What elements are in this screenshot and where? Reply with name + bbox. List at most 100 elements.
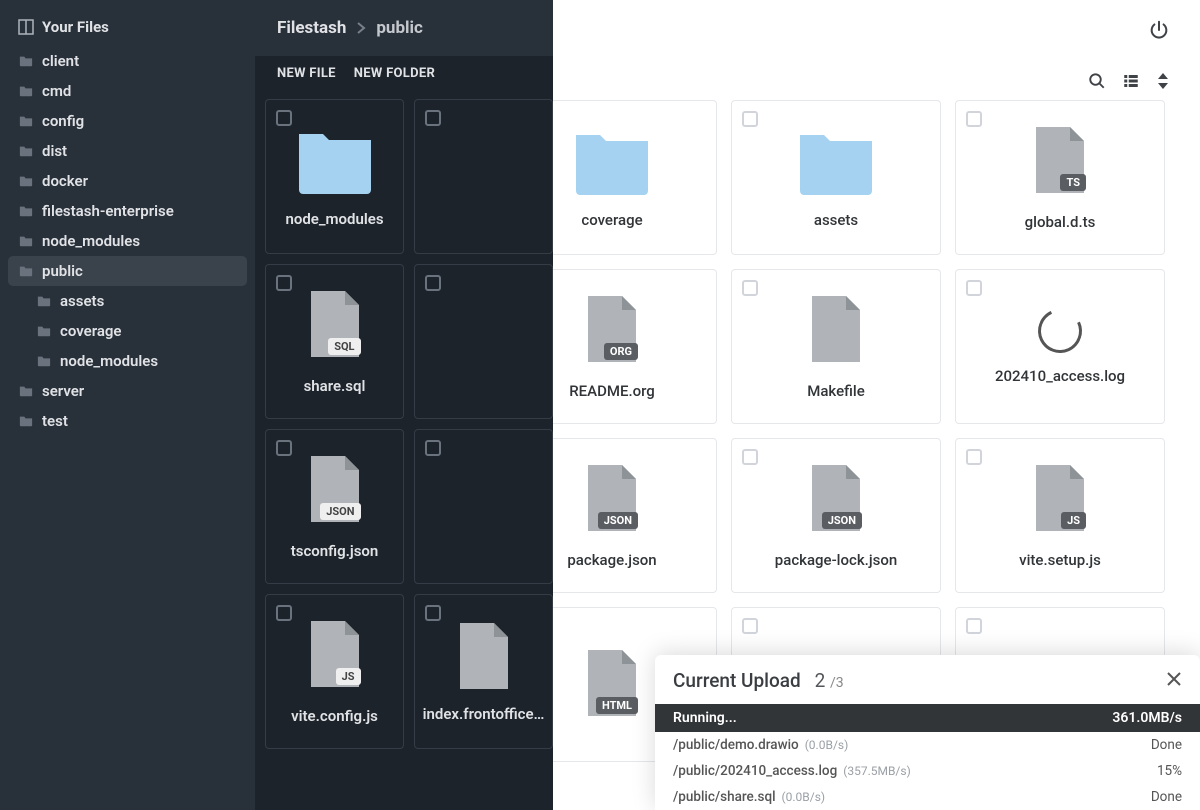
new-file-button[interactable]: NEW FILE <box>277 66 336 81</box>
sidebar: Your Files client cmd config distdockerfile… <box>0 0 255 810</box>
file-tile[interactable]: assets <box>731 100 941 255</box>
list-view-icon[interactable] <box>1122 72 1140 90</box>
breadcrumb-root[interactable]: Filestash <box>277 18 346 38</box>
select-checkbox[interactable] <box>742 280 758 296</box>
upload-path: /public/share.sql <box>673 789 776 805</box>
sidebar-item-label: client <box>42 52 79 70</box>
select-checkbox[interactable] <box>742 618 758 634</box>
file-type-badge: JS <box>1061 512 1086 529</box>
file-icon <box>456 621 512 691</box>
file-tile[interactable]: node_modules <box>265 99 404 254</box>
sidebar-item-node-modules[interactable]: node_modules <box>8 346 247 376</box>
file-tile[interactable]: JS vite.setup.js <box>955 438 1165 593</box>
sidebar-item-dist[interactable]: dist <box>8 136 247 166</box>
folder-icon <box>18 414 34 428</box>
file-type-badge: JSON <box>320 503 360 520</box>
select-checkbox[interactable] <box>966 280 982 296</box>
upload-path: /public/demo.drawio <box>673 737 799 753</box>
sidebar-item-filestash-enterprise[interactable]: filestash-enterprise <box>8 196 247 226</box>
folder-icon <box>18 384 34 398</box>
select-checkbox[interactable] <box>425 605 441 621</box>
folder-icon <box>18 114 34 128</box>
file-tile[interactable]: coverage <box>553 100 717 255</box>
file-tile[interactable]: index.frontoffice… <box>414 594 553 749</box>
new-folder-button[interactable]: NEW FOLDER <box>354 66 435 81</box>
power-icon[interactable] <box>1148 19 1170 41</box>
light-view-tools <box>1088 72 1170 90</box>
upload-status: Done <box>1151 789 1182 805</box>
select-checkbox[interactable] <box>966 449 982 465</box>
sidebar-title-text: Your Files <box>42 18 109 36</box>
close-icon[interactable] <box>1166 671 1182 687</box>
sidebar-item-test[interactable]: test <box>8 406 247 436</box>
folder-icon <box>796 127 876 197</box>
file-label: node_modules <box>285 210 383 228</box>
sidebar-item-public[interactable]: public <box>8 256 247 286</box>
sidebar-item-assets[interactable]: assets <box>8 286 247 316</box>
file-label: vite.setup.js <box>1019 551 1101 569</box>
select-checkbox[interactable] <box>742 449 758 465</box>
sidebar-item-label: server <box>42 382 84 400</box>
select-checkbox[interactable] <box>425 440 441 456</box>
sidebar-item-label: public <box>42 262 83 280</box>
file-tile[interactable]: JSONpackage-lock.json <box>731 438 941 593</box>
sidebar-item-coverage[interactable]: coverage <box>8 316 247 346</box>
sidebar-item-label: node_modules <box>42 232 140 250</box>
file-tile[interactable]: JSON tsconfig.json <box>265 429 404 584</box>
file-tile[interactable] <box>414 264 553 419</box>
file-icon-wrap: JSON <box>808 463 864 537</box>
select-checkbox[interactable] <box>966 111 982 127</box>
sidebar-item-label: cmd <box>42 82 71 100</box>
select-checkbox[interactable] <box>276 110 292 126</box>
select-checkbox[interactable] <box>276 440 292 456</box>
file-type-badge: HTML <box>596 697 638 714</box>
folder-icon <box>18 264 34 278</box>
file-tile[interactable]: 202410_access.log <box>955 269 1165 424</box>
upload-title: Current Upload <box>673 669 801 692</box>
select-checkbox[interactable] <box>742 111 758 127</box>
file-type-badge: JS <box>336 668 361 685</box>
sidebar-item-config[interactable]: config <box>8 106 247 136</box>
upload-row: /public/202410_access.log(357.5MB/s)15% <box>655 758 1200 784</box>
file-icon-wrap: SQL <box>307 289 363 363</box>
sidebar-item-client[interactable]: client <box>8 46 247 76</box>
folder-icon <box>18 54 34 68</box>
file-tile[interactable] <box>414 429 553 584</box>
upload-row: /public/demo.drawio(0.0B/s)Done <box>655 732 1200 758</box>
select-checkbox[interactable] <box>425 275 441 291</box>
sidebar-item-cmd[interactable]: cmd <box>8 76 247 106</box>
grid-icon <box>18 19 34 35</box>
sidebar-item-docker[interactable]: docker <box>8 166 247 196</box>
select-checkbox[interactable] <box>276 275 292 291</box>
file-tile[interactable]: JSvite.config.js <box>265 594 404 749</box>
upload-running-label: Running... <box>673 710 737 726</box>
sidebar-item-label: config <box>42 112 84 130</box>
file-icon-wrap: TS <box>1032 125 1088 199</box>
sidebar-item-server[interactable]: server <box>8 376 247 406</box>
sidebar-item-label: assets <box>60 292 104 310</box>
select-checkbox[interactable] <box>966 618 982 634</box>
upload-rate: (357.5MB/s) <box>843 764 911 778</box>
file-icon-wrap: HTML <box>584 648 640 722</box>
file-tile[interactable] <box>414 99 553 254</box>
sort-icon[interactable] <box>1156 72 1170 90</box>
sidebar-item-node-modules[interactable]: node_modules <box>8 226 247 256</box>
file-tile[interactable]: JSONpackage.json <box>553 438 717 593</box>
search-icon[interactable] <box>1088 72 1106 90</box>
select-checkbox[interactable] <box>425 110 441 126</box>
file-tile[interactable]: Makefile <box>731 269 941 424</box>
file-icon-wrap: JS <box>307 619 363 693</box>
sidebar-item-label: test <box>42 412 68 430</box>
file-tile[interactable]: ORGREADME.org <box>553 269 717 424</box>
upload-rate: (0.0B/s) <box>782 790 826 804</box>
select-checkbox[interactable] <box>276 605 292 621</box>
upload-row: /public/share.sql (0.0B/s) Done <box>655 784 1200 810</box>
file-tile[interactable]: TSglobal.d.ts <box>955 100 1165 255</box>
breadcrumb-current[interactable]: public <box>376 18 423 38</box>
folder-icon <box>36 294 52 308</box>
upload-speed: 361.0MB/s <box>1112 710 1182 726</box>
file-icon <box>808 294 864 364</box>
file-label: index.frontoffice… <box>423 705 545 723</box>
file-tile[interactable]: SQLshare.sql <box>265 264 404 419</box>
file-label: tsconfig.json <box>291 542 379 560</box>
